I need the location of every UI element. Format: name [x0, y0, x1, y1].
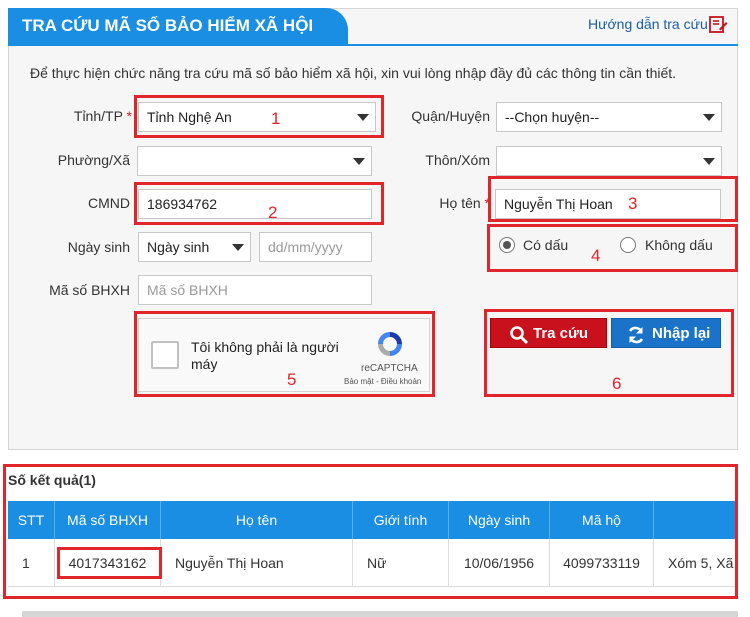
- annotation-box-6: [484, 309, 734, 397]
- annotation-number-1: 1: [271, 109, 281, 128]
- bhxh-code-input[interactable]: Mã số BHXH: [138, 275, 372, 305]
- district-label: Quận/Huyện: [411, 108, 490, 124]
- annotation-box-5: [134, 311, 435, 397]
- hamlet-label: Thôn/Xóm: [425, 152, 490, 168]
- id-card-label: CMND: [88, 195, 130, 211]
- radio-without-accent[interactable]: [620, 237, 636, 253]
- horizontal-scrollbar[interactable]: [22, 611, 738, 617]
- annotation-number-3: 3: [628, 194, 638, 213]
- hamlet-select[interactable]: [496, 146, 722, 176]
- radio-with-accent[interactable]: [499, 237, 515, 253]
- birth-date-type-select[interactable]: Ngày sinh: [138, 232, 251, 262]
- chevron-down-icon: [353, 158, 365, 165]
- annotation-box-1: [134, 95, 384, 138]
- full-name-label: Họ tên *: [439, 195, 490, 211]
- ward-label: Phường/Xã: [57, 152, 130, 168]
- annotation-number-2: 2: [268, 203, 278, 222]
- annotation-box-2: [134, 182, 384, 225]
- edit-note-icon[interactable]: [708, 14, 728, 34]
- birth-date-input[interactable]: dd/mm/yyyy: [259, 232, 372, 262]
- province-label: Tỉnh/TP *: [73, 108, 132, 124]
- chevron-down-icon: [703, 114, 715, 121]
- annotation-number-5: 5: [287, 370, 297, 389]
- district-value: --Chọn huyện--: [505, 109, 600, 125]
- district-select[interactable]: --Chọn huyện--: [496, 102, 722, 132]
- ward-select[interactable]: [137, 146, 372, 176]
- page-title: TRA CỨU MÃ SỐ BẢO HIỂM XÃ HỘI: [8, 8, 348, 44]
- intro-text: Để thực hiện chức năng tra cứu mã số bảo…: [30, 65, 677, 81]
- bhxh-code-label: Mã số BHXH: [49, 282, 130, 298]
- title-divider: [8, 44, 738, 46]
- chevron-down-icon: [232, 244, 244, 251]
- birth-date-type-value: Ngày sinh: [147, 239, 210, 255]
- radio-without-accent-label: Không dấu: [645, 237, 713, 253]
- annotation-number-4: 4: [591, 246, 601, 265]
- guide-link[interactable]: Hướng dẫn tra cứu: [588, 16, 708, 32]
- chevron-down-icon: [703, 158, 715, 165]
- annotation-box-results: [3, 464, 738, 599]
- annotation-box-3: [488, 176, 738, 222]
- annotation-number-6: 6: [612, 374, 622, 393]
- radio-with-accent-label: Có dấu: [523, 237, 569, 253]
- birth-date-label: Ngày sinh: [67, 239, 130, 255]
